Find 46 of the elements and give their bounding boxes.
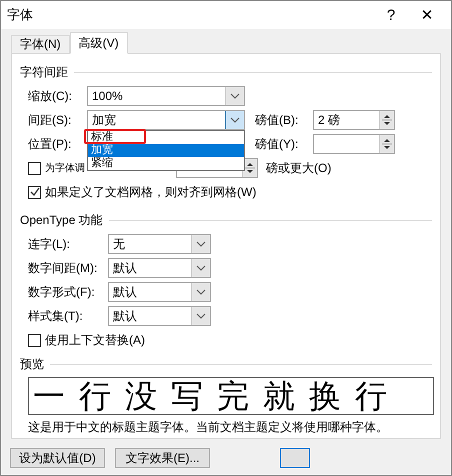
option-combo[interactable]: 无 (108, 234, 211, 254)
points-spinbox[interactable]: 2 磅 (313, 110, 395, 130)
field-label: 磅值(Y): (255, 136, 300, 152)
highlight-frame (84, 129, 146, 144)
field-label: 数字间距(M): (28, 260, 98, 276)
dialog-button[interactable]: 设为默认值(D) (10, 448, 105, 468)
spin-arrows-icon[interactable] (379, 111, 394, 129)
section-title: OpenType 功能 (20, 212, 103, 229)
chevron-down-icon[interactable] (191, 259, 210, 277)
preview-sample: 一行没写完就换行 (28, 377, 434, 415)
option-combo[interactable]: 默认 (108, 258, 211, 278)
chevron-down-icon[interactable] (191, 283, 210, 301)
chevron-down-icon[interactable] (225, 111, 244, 129)
checkbox[interactable] (28, 162, 41, 174)
section-title: 预览 (20, 356, 44, 373)
chevron-down-icon[interactable] (225, 87, 244, 105)
tab[interactable]: 高级(V) (70, 32, 128, 54)
spacing-combo[interactable]: 加宽 (87, 110, 245, 130)
preview-description: 这是用于中文的标题主题字体。当前文档主题定义将使用哪种字体。 (27, 419, 389, 436)
chevron-down-icon[interactable] (191, 307, 210, 325)
chevron-down-icon[interactable] (191, 235, 210, 253)
field-label: 缩放(C): (28, 88, 73, 104)
help-button[interactable]: ? (373, 2, 409, 28)
checkbox-label: 为字体调 (45, 162, 85, 175)
field-label: 磅值(B): (255, 112, 300, 128)
close-button[interactable]: ✕ (409, 2, 445, 28)
dialog-button[interactable]: 文字效果(E)... (115, 448, 210, 468)
option-combo[interactable]: 默认 (108, 306, 211, 326)
field-label: 样式集(T): (28, 308, 84, 324)
field-label: 磅或更大(O) (266, 160, 332, 176)
section-title: 字符间距 (20, 64, 68, 81)
field-label: 间距(S): (28, 112, 72, 128)
checkbox-label: 如果定义了文档网格，则对齐到网格(W) (45, 184, 256, 200)
default-button[interactable] (280, 448, 310, 468)
field-label: 位置(P): (28, 136, 72, 152)
option-combo[interactable]: 默认 (108, 282, 211, 302)
tab[interactable]: 字体(N) (11, 35, 70, 54)
window-title: 字体 (7, 6, 34, 24)
field-label: 连字(L): (28, 236, 71, 252)
scale-combo[interactable]: 100% (87, 86, 245, 106)
checkbox-label: 使用上下文替换(A) (45, 332, 145, 348)
spin-arrows-icon[interactable] (379, 135, 394, 153)
checkbox[interactable] (28, 186, 41, 198)
dropdown-option[interactable]: 加宽 (88, 144, 244, 157)
field-label: 数字形式(F): (28, 284, 96, 300)
checkbox[interactable] (28, 334, 41, 346)
